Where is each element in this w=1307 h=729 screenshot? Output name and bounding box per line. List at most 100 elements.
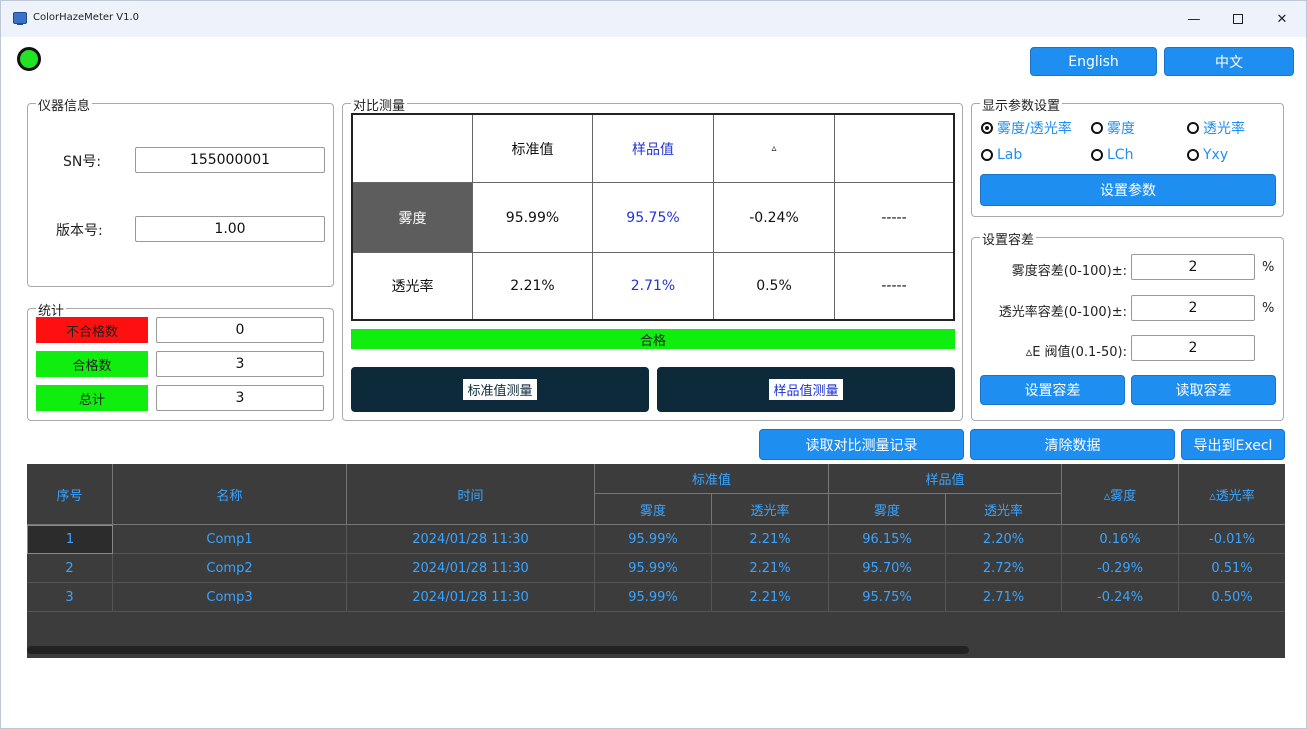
table-row-3-delta-haze[interactable]: -0.24% bbox=[1062, 583, 1179, 612]
table-row-2-delta-trans[interactable]: 0.51% bbox=[1179, 554, 1285, 583]
table-row-2-time[interactable]: 2024/01/28 11:30 bbox=[347, 554, 595, 583]
radio-trans-label: 透光率 bbox=[1203, 121, 1245, 137]
radio-haze[interactable]: 雾度 bbox=[1091, 118, 1135, 138]
total-count-field[interactable]: 3 bbox=[156, 385, 324, 411]
compare-trans-std: 2.21% bbox=[473, 253, 593, 319]
version-field[interactable]: 1.00 bbox=[135, 216, 325, 242]
export-excel-button[interactable]: 导出到Execl bbox=[1181, 429, 1285, 460]
compare-header-extra bbox=[835, 115, 953, 183]
table-row-3-sample-trans[interactable]: 2.71% bbox=[946, 583, 1062, 612]
pass-count-field[interactable]: 3 bbox=[156, 351, 324, 377]
header-std-group: 标准值 bbox=[595, 464, 829, 494]
table-row-1-delta-trans[interactable]: -0.01% bbox=[1179, 525, 1285, 554]
compare-measure-legend: 对比测量 bbox=[351, 95, 408, 114]
header-std-haze: 雾度 bbox=[595, 494, 712, 525]
english-button[interactable]: English bbox=[1030, 47, 1157, 76]
radio-lab-label: Lab bbox=[997, 147, 1023, 163]
table-row-1-std-haze[interactable]: 95.99% bbox=[595, 525, 712, 554]
table-row-3-name[interactable]: Comp3 bbox=[113, 583, 347, 612]
display-settings-legend: 显示参数设置 bbox=[980, 95, 1063, 114]
table-row-2-sample-trans[interactable]: 2.72% bbox=[946, 554, 1062, 583]
close-button[interactable]: ✕ bbox=[1259, 1, 1305, 37]
radio-haze-trans-label: 雾度/透光率 bbox=[997, 121, 1072, 137]
table-row-1-sample-trans[interactable]: 2.20% bbox=[946, 525, 1062, 554]
table-row-2-std-trans[interactable]: 2.21% bbox=[712, 554, 829, 583]
radio-icon bbox=[1187, 122, 1199, 134]
app-icon bbox=[13, 12, 27, 25]
title-bar: ColorHazeMeter V1.0 — ✕ bbox=[1, 1, 1306, 37]
set-params-button[interactable]: 设置参数 bbox=[980, 174, 1276, 206]
header-sample-group: 样品值 bbox=[829, 464, 1062, 494]
tolerance-legend: 设置容差 bbox=[980, 229, 1037, 248]
compare-header-delta: ▵ bbox=[714, 115, 835, 183]
compare-haze-delta: -0.24% bbox=[714, 183, 835, 253]
version-label: 版本号: bbox=[56, 223, 103, 239]
total-count-label: 总计 bbox=[36, 385, 148, 411]
de-threshold-label: ▵E 阀值(0.1-50): bbox=[1025, 345, 1127, 360]
compare-header-sample: 样品值 bbox=[593, 115, 714, 183]
radio-trans[interactable]: 透光率 bbox=[1187, 118, 1245, 138]
table-row-3-std-trans[interactable]: 2.21% bbox=[712, 583, 829, 612]
radio-icon bbox=[1091, 149, 1103, 161]
std-measure-button-label: 标准值测量 bbox=[463, 379, 537, 400]
clear-data-button[interactable]: 清除数据 bbox=[970, 429, 1175, 460]
table-row-2-std-haze[interactable]: 95.99% bbox=[595, 554, 712, 583]
minimize-button[interactable]: — bbox=[1171, 1, 1217, 37]
fail-count-label: 不合格数 bbox=[36, 317, 148, 343]
trans-tolerance-unit: % bbox=[1262, 301, 1275, 316]
radio-lab[interactable]: Lab bbox=[981, 147, 1022, 163]
trans-tolerance-field[interactable]: 2 bbox=[1131, 295, 1255, 321]
haze-tolerance-field[interactable]: 2 bbox=[1131, 254, 1255, 280]
compare-trans-sample: 2.71% bbox=[593, 253, 714, 319]
connection-status-led bbox=[17, 47, 41, 71]
table-row-1-name[interactable]: Comp1 bbox=[113, 525, 347, 554]
header-sample-trans: 透光率 bbox=[946, 494, 1062, 525]
std-measure-button[interactable]: 标准值测量 bbox=[351, 367, 649, 412]
compare-row-trans-label: 透光率 bbox=[353, 253, 473, 319]
table-row-3-std-haze[interactable]: 95.99% bbox=[595, 583, 712, 612]
horizontal-scrollbar[interactable] bbox=[27, 646, 969, 654]
radio-icon bbox=[981, 149, 993, 161]
table-row-3-time[interactable]: 2024/01/28 11:30 bbox=[347, 583, 595, 612]
instrument-info-legend: 仪器信息 bbox=[36, 95, 93, 114]
radio-checked-icon bbox=[981, 122, 993, 134]
haze-tolerance-unit: % bbox=[1262, 260, 1275, 275]
de-threshold-field[interactable]: 2 bbox=[1131, 335, 1255, 361]
sn-field[interactable]: 155000001 bbox=[135, 147, 325, 173]
table-row-1-time[interactable]: 2024/01/28 11:30 bbox=[347, 525, 595, 554]
radio-haze-trans[interactable]: 雾度/透光率 bbox=[981, 118, 1072, 138]
table-row-2-delta-haze[interactable]: -0.29% bbox=[1062, 554, 1179, 583]
table-row-1-delta-haze[interactable]: 0.16% bbox=[1062, 525, 1179, 554]
header-name: 名称 bbox=[113, 464, 347, 525]
header-sample-haze: 雾度 bbox=[829, 494, 946, 525]
set-tolerance-button[interactable]: 设置容差 bbox=[980, 375, 1125, 405]
compare-header-std: 标准值 bbox=[473, 115, 593, 183]
maximize-button[interactable] bbox=[1215, 1, 1261, 37]
header-std-trans: 透光率 bbox=[712, 494, 829, 525]
table-row-3-sample-haze[interactable]: 95.75% bbox=[829, 583, 946, 612]
sample-measure-button[interactable]: 样品值测量 bbox=[657, 367, 955, 412]
radio-lch-label: LCh bbox=[1107, 147, 1134, 163]
chinese-button[interactable]: 中文 bbox=[1164, 47, 1294, 76]
read-tolerance-button[interactable]: 读取容差 bbox=[1131, 375, 1276, 405]
compare-haze-extra: ----- bbox=[835, 183, 953, 253]
radio-lch[interactable]: LCh bbox=[1091, 147, 1133, 163]
trans-tolerance-label: 透光率容差(0-100)±: bbox=[998, 305, 1127, 320]
radio-yxy[interactable]: Yxy bbox=[1187, 147, 1228, 163]
window-title: ColorHazeMeter V1.0 bbox=[33, 12, 140, 23]
haze-tolerance-label: 雾度容差(0-100)±: bbox=[1011, 264, 1127, 279]
table-row-2-sample-haze[interactable]: 95.70% bbox=[829, 554, 946, 583]
table-row-1-index[interactable]: 1 bbox=[27, 525, 113, 554]
fail-count-field[interactable]: 0 bbox=[156, 317, 324, 343]
read-records-button[interactable]: 读取对比测量记录 bbox=[759, 429, 964, 460]
sample-measure-button-label: 样品值测量 bbox=[769, 379, 843, 400]
compare-haze-std: 95.99% bbox=[473, 183, 593, 253]
compare-trans-extra: ----- bbox=[881, 278, 907, 294]
table-row-2-index[interactable]: 2 bbox=[27, 554, 113, 583]
compare-header-corner bbox=[353, 115, 473, 183]
table-row-3-index[interactable]: 3 bbox=[27, 583, 113, 612]
table-row-1-std-trans[interactable]: 2.21% bbox=[712, 525, 829, 554]
table-row-3-delta-trans[interactable]: 0.50% bbox=[1179, 583, 1285, 612]
table-row-1-sample-haze[interactable]: 96.15% bbox=[829, 525, 946, 554]
table-row-2-name[interactable]: Comp2 bbox=[113, 554, 347, 583]
